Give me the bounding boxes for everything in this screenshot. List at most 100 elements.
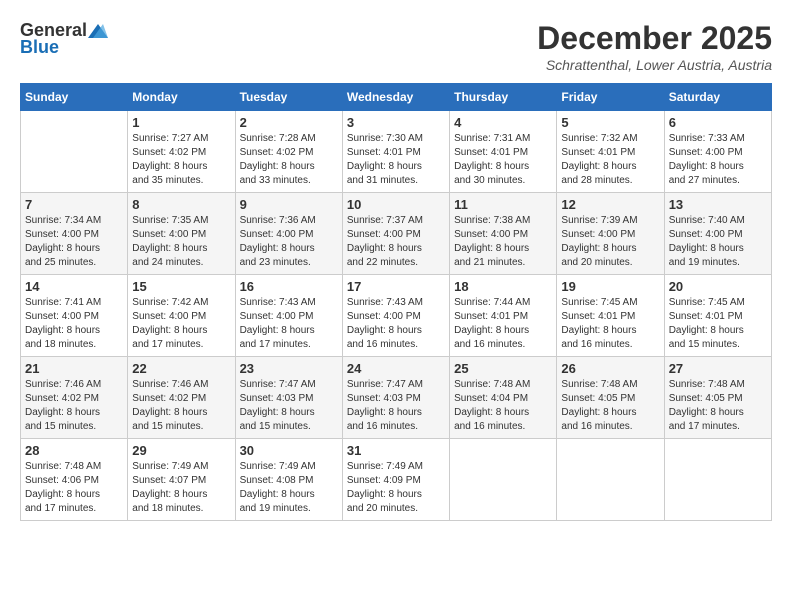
calendar-cell: 24 Sunrise: 7:47 AM Sunset: 4:03 PM Dayli… [342, 357, 449, 439]
calendar-cell: 14 Sunrise: 7:41 AM Sunset: 4:00 PM Dayli… [21, 275, 128, 357]
day-info: Sunrise: 7:48 AM Sunset: 4:05 PM Dayligh… [669, 378, 767, 434]
calendar-cell: 16 Sunrise: 7:43 AM Sunset: 4:00 PM Dayli… [235, 275, 342, 357]
day-number: 17 [347, 279, 445, 294]
calendar-cell: 4 Sunrise: 7:31 AM Sunset: 4:01 PM Daylig… [450, 111, 557, 193]
day-number: 10 [347, 197, 445, 212]
calendar-cell: 18 Sunrise: 7:44 AM Sunset: 4:01 PM Dayli… [450, 275, 557, 357]
calendar-cell: 29 Sunrise: 7:49 AM Sunset: 4:07 PM Dayli… [128, 439, 235, 521]
calendar-table: SundayMondayTuesdayWednesdayThursdayFrid… [20, 83, 772, 521]
day-number: 5 [561, 115, 659, 130]
calendar-cell: 22Sunrise: 7:46 AM Sunset: 4:02 PM Dayli… [128, 357, 235, 439]
day-info: Sunrise: 7:46 AM Sunset: 4:02 PM Dayligh… [25, 378, 123, 434]
day-number: 21 [25, 361, 123, 376]
calendar-cell: 26Sunrise: 7:48 AM Sunset: 4:05 PM Dayli… [557, 357, 664, 439]
calendar-cell: 20Sunrise: 7:45 AM Sunset: 4:01 PM Dayli… [664, 275, 771, 357]
calendar-cell: 23 Sunrise: 7:47 AM Sunset: 4:03 PM Dayli… [235, 357, 342, 439]
day-info: Sunrise: 7:32 AM Sunset: 4:01 PM Dayligh… [561, 132, 659, 188]
location: Schrattenthal, Lower Austria, Austria [537, 57, 772, 73]
calendar-cell: 27 Sunrise: 7:48 AM Sunset: 4:05 PM Dayli… [664, 357, 771, 439]
calendar-cell: 3Sunrise: 7:30 AM Sunset: 4:01 PM Daylig… [342, 111, 449, 193]
day-info: Sunrise: 7:47 AM Sunset: 4:03 PM Dayligh… [347, 378, 445, 434]
weekday-header-friday: Friday [557, 84, 664, 111]
day-info: Sunrise: 7:48 AM Sunset: 4:04 PM Dayligh… [454, 378, 552, 434]
calendar-cell: 15Sunrise: 7:42 AM Sunset: 4:00 PM Dayli… [128, 275, 235, 357]
calendar-cell: 11 Sunrise: 7:38 AM Sunset: 4:00 PM Dayli… [450, 193, 557, 275]
day-info: Sunrise: 7:48 AM Sunset: 4:05 PM Dayligh… [561, 378, 659, 434]
day-info: Sunrise: 7:41 AM Sunset: 4:00 PM Dayligh… [25, 296, 123, 352]
day-info: Sunrise: 7:45 AM Sunset: 4:01 PM Dayligh… [561, 296, 659, 352]
day-number: 19 [561, 279, 659, 294]
day-number: 6 [669, 115, 767, 130]
day-number: 24 [347, 361, 445, 376]
day-number: 2 [240, 115, 338, 130]
day-number: 1 [132, 115, 230, 130]
day-info: Sunrise: 7:42 AM Sunset: 4:00 PM Dayligh… [132, 296, 230, 352]
day-info: Sunrise: 7:30 AM Sunset: 4:01 PM Dayligh… [347, 132, 445, 188]
day-number: 16 [240, 279, 338, 294]
calendar-cell: 17 Sunrise: 7:43 AM Sunset: 4:00 PM Dayli… [342, 275, 449, 357]
day-number: 22 [132, 361, 230, 376]
calendar-cell [450, 439, 557, 521]
calendar-cell: 12 Sunrise: 7:39 AM Sunset: 4:00 PM Dayli… [557, 193, 664, 275]
calendar-cell: 5 Sunrise: 7:32 AM Sunset: 4:01 PM Daylig… [557, 111, 664, 193]
day-info: Sunrise: 7:28 AM Sunset: 4:02 PM Dayligh… [240, 132, 338, 188]
calendar-cell: 2 Sunrise: 7:28 AM Sunset: 4:02 PM Daylig… [235, 111, 342, 193]
week-row-2: 7Sunrise: 7:34 AM Sunset: 4:00 PM Daylig… [21, 193, 772, 275]
calendar-cell: 13 Sunrise: 7:40 AM Sunset: 4:00 PM Dayli… [664, 193, 771, 275]
calendar-cell: 6Sunrise: 7:33 AM Sunset: 4:00 PM Daylig… [664, 111, 771, 193]
calendar-cell [557, 439, 664, 521]
week-row-4: 21 Sunrise: 7:46 AM Sunset: 4:02 PM Dayli… [21, 357, 772, 439]
day-info: Sunrise: 7:49 AM Sunset: 4:07 PM Dayligh… [132, 460, 230, 516]
day-number: 12 [561, 197, 659, 212]
day-info: Sunrise: 7:38 AM Sunset: 4:00 PM Dayligh… [454, 214, 552, 270]
page-header: General Blue December 2025 Schrattenthal… [20, 20, 772, 73]
week-row-5: 28Sunrise: 7:48 AM Sunset: 4:06 PM Dayli… [21, 439, 772, 521]
day-number: 9 [240, 197, 338, 212]
day-info: Sunrise: 7:36 AM Sunset: 4:00 PM Dayligh… [240, 214, 338, 270]
day-number: 29 [132, 443, 230, 458]
calendar-cell: 9 Sunrise: 7:36 AM Sunset: 4:00 PM Daylig… [235, 193, 342, 275]
day-number: 13 [669, 197, 767, 212]
weekday-header-row: SundayMondayTuesdayWednesdayThursdayFrid… [21, 84, 772, 111]
logo-blue-text: Blue [20, 37, 59, 58]
weekday-header-thursday: Thursday [450, 84, 557, 111]
day-info: Sunrise: 7:49 AM Sunset: 4:08 PM Dayligh… [240, 460, 338, 516]
logo: General Blue [20, 20, 109, 58]
day-number: 4 [454, 115, 552, 130]
week-row-1: 1 Sunrise: 7:27 AM Sunset: 4:02 PM Daylig… [21, 111, 772, 193]
day-info: Sunrise: 7:35 AM Sunset: 4:00 PM Dayligh… [132, 214, 230, 270]
day-info: Sunrise: 7:43 AM Sunset: 4:00 PM Dayligh… [347, 296, 445, 352]
calendar-cell: 21 Sunrise: 7:46 AM Sunset: 4:02 PM Dayli… [21, 357, 128, 439]
logo-icon [88, 24, 108, 38]
calendar-cell: 19 Sunrise: 7:45 AM Sunset: 4:01 PM Dayli… [557, 275, 664, 357]
day-number: 11 [454, 197, 552, 212]
day-info: Sunrise: 7:48 AM Sunset: 4:06 PM Dayligh… [25, 460, 123, 516]
day-info: Sunrise: 7:43 AM Sunset: 4:00 PM Dayligh… [240, 296, 338, 352]
calendar-cell [21, 111, 128, 193]
weekday-header-tuesday: Tuesday [235, 84, 342, 111]
weekday-header-monday: Monday [128, 84, 235, 111]
weekday-header-sunday: Sunday [21, 84, 128, 111]
day-info: Sunrise: 7:31 AM Sunset: 4:01 PM Dayligh… [454, 132, 552, 188]
day-info: Sunrise: 7:40 AM Sunset: 4:00 PM Dayligh… [669, 214, 767, 270]
day-number: 30 [240, 443, 338, 458]
calendar-cell: 25 Sunrise: 7:48 AM Sunset: 4:04 PM Dayli… [450, 357, 557, 439]
day-number: 31 [347, 443, 445, 458]
day-info: Sunrise: 7:27 AM Sunset: 4:02 PM Dayligh… [132, 132, 230, 188]
day-number: 25 [454, 361, 552, 376]
title-block: December 2025 Schrattenthal, Lower Austr… [537, 20, 772, 73]
calendar-cell [664, 439, 771, 521]
day-number: 23 [240, 361, 338, 376]
weekday-header-saturday: Saturday [664, 84, 771, 111]
calendar-cell: 8Sunrise: 7:35 AM Sunset: 4:00 PM Daylig… [128, 193, 235, 275]
weekday-header-wednesday: Wednesday [342, 84, 449, 111]
day-number: 14 [25, 279, 123, 294]
day-info: Sunrise: 7:39 AM Sunset: 4:00 PM Dayligh… [561, 214, 659, 270]
day-info: Sunrise: 7:44 AM Sunset: 4:01 PM Dayligh… [454, 296, 552, 352]
month-title: December 2025 [537, 20, 772, 57]
day-info: Sunrise: 7:37 AM Sunset: 4:00 PM Dayligh… [347, 214, 445, 270]
day-number: 27 [669, 361, 767, 376]
day-info: Sunrise: 7:45 AM Sunset: 4:01 PM Dayligh… [669, 296, 767, 352]
day-info: Sunrise: 7:47 AM Sunset: 4:03 PM Dayligh… [240, 378, 338, 434]
day-number: 18 [454, 279, 552, 294]
